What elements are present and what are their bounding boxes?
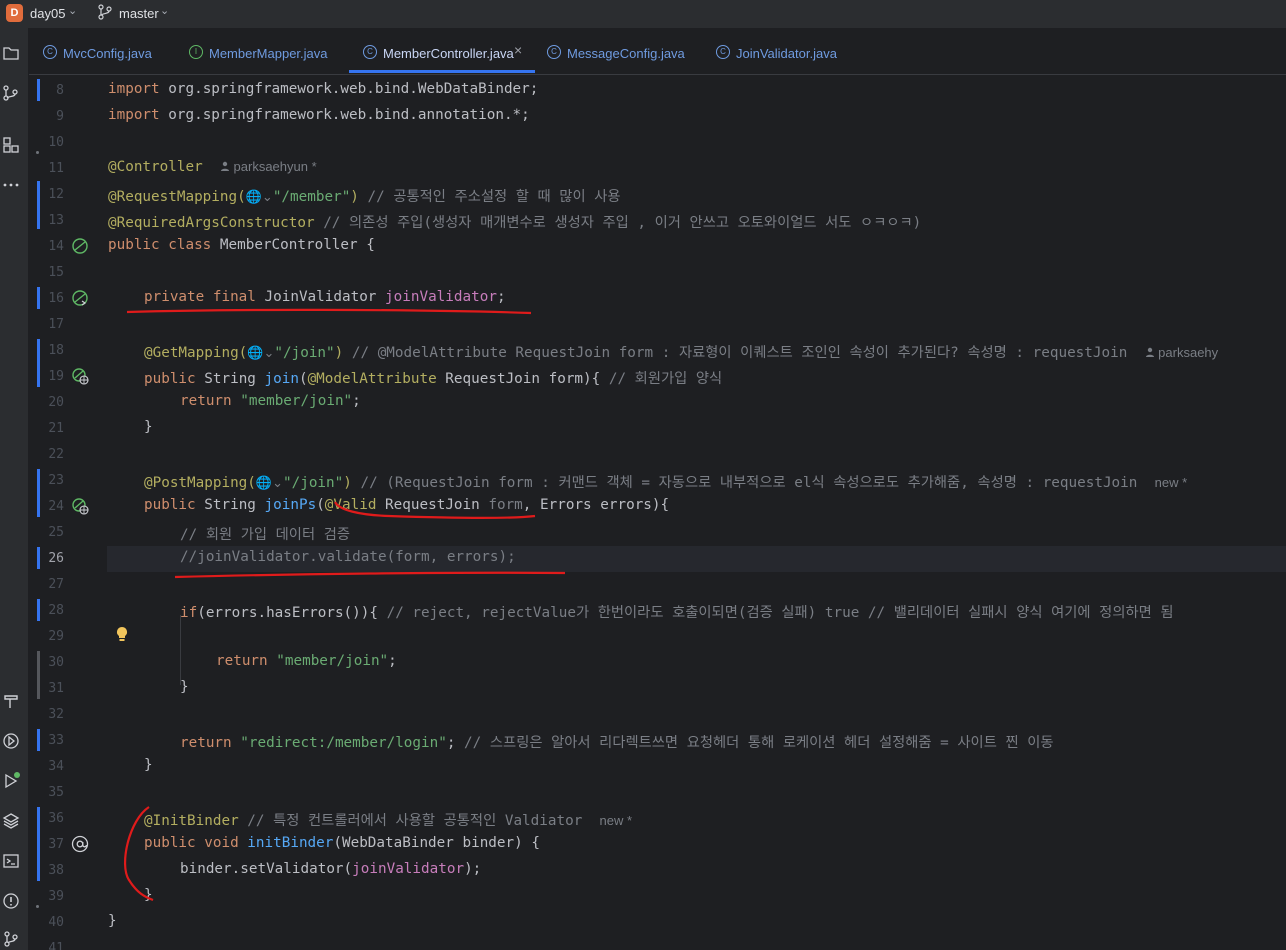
terminal-icon[interactable]	[2, 852, 20, 870]
class-icon: C	[363, 45, 377, 59]
chevron-down-icon[interactable]: ⌄	[160, 4, 169, 17]
active-tab-indicator	[349, 70, 535, 73]
red-bracket-initbinder	[124, 806, 154, 902]
git-branch-icon[interactable]	[98, 3, 112, 21]
red-underline-valid	[334, 501, 536, 519]
problems-icon[interactable]	[2, 892, 20, 910]
layers-icon[interactable]	[2, 812, 20, 830]
services-icon[interactable]	[2, 732, 20, 750]
tab-joinvalidator[interactable]: C JoinValidator.java	[716, 28, 866, 74]
project-folder-icon[interactable]	[2, 44, 20, 62]
tab-label: MvcConfig.java	[63, 46, 152, 61]
tab-label: MessageConfig.java	[567, 46, 685, 61]
editor-tab-bar: C MvcConfig.java I MemberMapper.java C M…	[29, 28, 1286, 75]
project-name[interactable]: day05	[30, 6, 65, 21]
tab-label: JoinValidator.java	[736, 46, 837, 61]
more-icon[interactable]	[2, 176, 20, 194]
title-bar: D day05 ⌄ master ⌄	[0, 0, 1286, 28]
class-icon: C	[716, 45, 730, 59]
tab-messageconfig[interactable]: C MessageConfig.java	[547, 28, 697, 74]
commit-icon[interactable]	[2, 84, 20, 102]
red-underline-validate	[174, 571, 566, 579]
chevron-down-icon[interactable]: ⌄	[68, 4, 77, 17]
tab-label: MemberMapper.java	[209, 46, 328, 61]
tab-membercontroller[interactable]: C MemberController.java ×	[349, 28, 535, 74]
tool-window-strip	[0, 28, 29, 950]
build-hammer-icon[interactable]	[2, 692, 20, 710]
tab-mvcconfig[interactable]: C MvcConfig.java	[43, 28, 173, 74]
structure-icon[interactable]	[2, 136, 20, 154]
red-underline-field	[126, 308, 532, 315]
close-icon[interactable]: ×	[514, 42, 522, 58]
git-icon[interactable]	[2, 930, 20, 948]
interface-icon: I	[189, 45, 203, 59]
code-editor[interactable]: 8 9 10 11 12 13 14 15 16 17 18 19 20 21 22 23 24 25 26 27 28…	[29, 75, 1286, 950]
project-badge[interactable]: D	[6, 4, 23, 22]
run-icon[interactable]	[2, 772, 20, 790]
tab-label: MemberController.java	[383, 46, 514, 61]
class-icon: C	[43, 45, 57, 59]
branch-name[interactable]: master	[119, 6, 159, 21]
class-icon: C	[547, 45, 561, 59]
tab-membermapper[interactable]: I MemberMapper.java	[189, 28, 349, 74]
red-annotation-overlay	[124, 308, 566, 902]
